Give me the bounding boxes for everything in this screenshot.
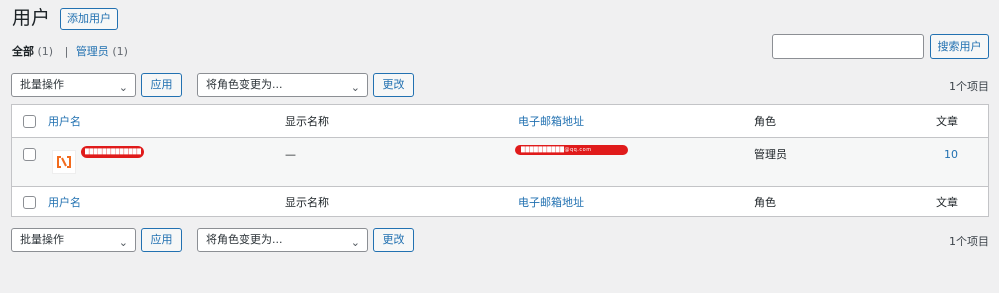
email-text: ██████████@qq.com (521, 147, 592, 153)
column-username-footer[interactable]: 用户名 (48, 196, 81, 210)
redacted-email[interactable]: ██████████@qq.com (515, 145, 628, 155)
row-checkbox[interactable] (23, 148, 36, 161)
change-role-value: 将角色变更为... (206, 78, 283, 91)
chevron-down-icon: ⌄ (350, 236, 360, 249)
apply-button-bottom[interactable]: 应用 (141, 228, 182, 252)
change-role-value-bottom: 将角色变更为... (206, 233, 283, 246)
column-display-name: 显示名称 (285, 115, 329, 128)
select-all-checkbox[interactable] (23, 115, 36, 128)
bulk-actions-select[interactable]: 批量操作 ⌄ (11, 73, 136, 97)
column-posts-footer: 文章 (936, 196, 958, 209)
chevron-down-icon: ⌄ (118, 236, 128, 249)
add-user-button[interactable]: 添加用户 (60, 8, 118, 30)
bulk-actions-value: 批量操作 (20, 78, 64, 91)
bulk-actions-value-bottom: 批量操作 (20, 233, 64, 246)
filter-admin-count: (1) (112, 45, 128, 58)
items-count-bottom: 1个项目 (949, 235, 989, 248)
page-title: 用户 (12, 7, 51, 29)
items-count: 1个项目 (949, 80, 989, 93)
change-role-select[interactable]: 将角色变更为... ⌄ (197, 73, 368, 97)
column-display-name-footer: 显示名称 (285, 196, 329, 209)
bulk-actions-select-bottom[interactable]: 批量操作 ⌄ (11, 228, 136, 252)
table-footer-row: 用户名 显示名称 电子邮箱地址 角色 文章 (12, 186, 988, 217)
role-filter-links: 全部 (1) | 管理员 (1) (12, 45, 128, 59)
display-name-cell: — (285, 148, 296, 161)
search-input[interactable] (772, 34, 924, 59)
column-username[interactable]: 用户名 (48, 115, 81, 129)
change-role-select-bottom[interactable]: 将角色变更为... ⌄ (197, 228, 368, 252)
column-role-footer: 角色 (754, 196, 776, 209)
posts-count-link[interactable]: 10 (944, 148, 958, 162)
filter-all-count: (1) (37, 45, 54, 58)
table-header-row: 用户名 显示名称 电子邮箱地址 角色 文章 (12, 105, 988, 138)
column-email-footer[interactable]: 电子邮箱地址 (518, 196, 584, 210)
redacted-username[interactable]: ████████████████ (81, 146, 144, 158)
avatar-logo-icon (52, 150, 76, 174)
filter-admin-link[interactable]: 管理员 (76, 45, 109, 58)
select-all-checkbox-bottom[interactable] (23, 196, 36, 209)
table-row: ████████████████ — ██████████@qq.com 管理员… (12, 138, 988, 186)
chevron-down-icon: ⌄ (118, 81, 128, 94)
search-users-button[interactable]: 搜索用户 (930, 34, 989, 59)
column-posts: 文章 (936, 115, 958, 128)
change-role-button[interactable]: 更改 (373, 73, 414, 97)
column-role: 角色 (754, 115, 776, 128)
username-text: ████████████████ (85, 149, 141, 155)
users-table: 用户名 显示名称 电子邮箱地址 角色 文章 ████████████████ —… (11, 104, 989, 217)
filter-all-link[interactable]: 全部 (12, 45, 34, 58)
apply-button[interactable]: 应用 (141, 73, 182, 97)
column-email[interactable]: 电子邮箱地址 (518, 115, 584, 129)
change-role-button-bottom[interactable]: 更改 (373, 228, 414, 252)
chevron-down-icon: ⌄ (350, 81, 360, 94)
filter-separator: | (64, 45, 69, 58)
role-cell: 管理员 (754, 148, 787, 161)
